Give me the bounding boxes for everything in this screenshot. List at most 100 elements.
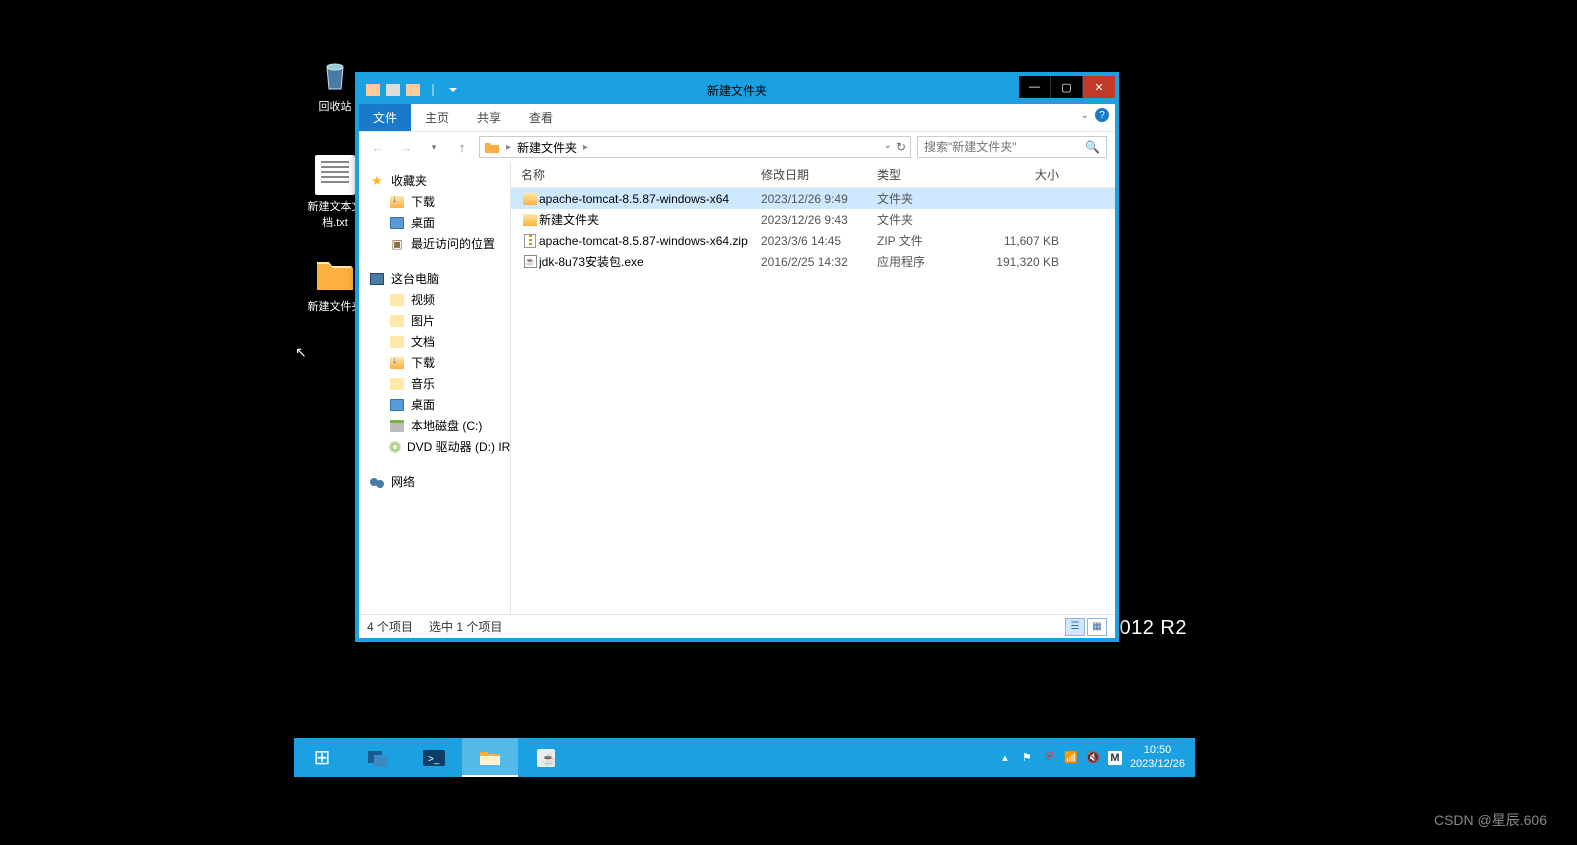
refresh-icon[interactable]: ↻ xyxy=(896,140,906,154)
expand-ribbon-icon[interactable]: ⌄ xyxy=(1081,110,1089,121)
quick-access-toolbar xyxy=(359,82,461,98)
col-date[interactable]: 修改日期 xyxy=(761,166,877,183)
tree-dvd-drive[interactable]: DVD 驱动器 (D:) IR xyxy=(359,436,510,457)
taskbar-java[interactable]: ☕ xyxy=(518,738,574,777)
file-row[interactable]: 新建文件夹2023/12/26 9:43文件夹 xyxy=(511,209,1115,230)
tab-view[interactable]: 查看 xyxy=(515,104,567,131)
desktop-icon xyxy=(389,216,405,230)
tray-overflow-icon[interactable]: ▴ xyxy=(998,751,1012,765)
tree-favorites[interactable]: ★收藏夹 xyxy=(359,170,510,191)
tree-downloads[interactable]: 下载 xyxy=(359,191,510,212)
tree-downloads2[interactable]: 下载 xyxy=(359,352,510,373)
tree-desktop2[interactable]: 桌面 xyxy=(359,394,510,415)
col-name[interactable]: 名称 xyxy=(521,166,761,183)
tree-this-pc[interactable]: 这台电脑 xyxy=(359,268,510,289)
search-icon: 🔍 xyxy=(1085,140,1100,154)
zip-icon xyxy=(521,234,539,248)
tray-speaker-icon[interactable]: 🔇 xyxy=(1086,751,1100,765)
taskbar: ⊞ >_ ☕ ▴ ⚑ ⛨ 📶 🔇 M 10:50 2023/12/26 xyxy=(294,738,1195,777)
system-tray: ▴ ⚑ ⛨ 📶 🔇 M 10:50 2023/12/26 xyxy=(998,738,1195,777)
explorer-icon xyxy=(477,746,503,768)
tray-time: 10:50 xyxy=(1130,744,1185,757)
back-button[interactable]: ← xyxy=(367,136,389,158)
dvd-icon xyxy=(389,440,401,454)
tray-flag-icon[interactable]: ⚑ xyxy=(1020,751,1034,765)
os-brand-text: 2012 R2 xyxy=(1108,617,1187,640)
explorer-window: 新建文件夹 — ▢ ✕ 文件 主页 共享 查看 ⌄ ? ← → ▾ ↑ ▸ 新建… xyxy=(355,72,1119,642)
tray-clock[interactable]: 10:50 2023/12/26 xyxy=(1130,744,1185,770)
pictures-icon xyxy=(389,314,405,328)
file-row[interactable]: apache-tomcat-8.5.87-windows-x642023/12/… xyxy=(511,188,1115,209)
chevron-right-icon[interactable]: ▸ xyxy=(506,142,511,153)
help-icon[interactable]: ? xyxy=(1095,108,1109,122)
recent-dropdown[interactable]: ▾ xyxy=(423,136,445,158)
ribbon-tabs: 文件 主页 共享 查看 ⌄ ? xyxy=(359,104,1115,132)
file-date: 2023/12/26 9:49 xyxy=(761,192,877,206)
tree-recent[interactable]: ▣最近访问的位置 xyxy=(359,233,510,254)
network-icon xyxy=(369,475,385,489)
forward-button[interactable]: → xyxy=(395,136,417,158)
tree-pictures[interactable]: 图片 xyxy=(359,310,510,331)
qa-dropdown-icon[interactable] xyxy=(445,82,461,98)
tree-desktop[interactable]: 桌面 xyxy=(359,212,510,233)
file-row[interactable]: apache-tomcat-8.5.87-windows-x64.zip2023… xyxy=(511,230,1115,251)
star-icon: ★ xyxy=(369,174,385,188)
music-icon xyxy=(389,377,405,391)
search-input[interactable] xyxy=(924,140,1085,154)
up-button[interactable]: ↑ xyxy=(451,136,473,158)
desktop-icon xyxy=(389,398,405,412)
file-name: apache-tomcat-8.5.87-windows-x64 xyxy=(539,192,761,206)
tree-documents[interactable]: 文档 xyxy=(359,331,510,352)
server-manager-icon xyxy=(366,747,390,769)
titlebar[interactable]: 新建文件夹 — ▢ ✕ xyxy=(359,76,1115,104)
tray-network-icon[interactable]: 📶 xyxy=(1064,751,1078,765)
col-size[interactable]: 大小 xyxy=(989,166,1059,183)
taskbar-explorer[interactable] xyxy=(462,738,518,777)
properties-icon[interactable] xyxy=(405,82,421,98)
address-bar[interactable]: ▸ 新建文件夹 ▸ ⌄ ↻ xyxy=(479,136,911,158)
tab-home[interactable]: 主页 xyxy=(411,104,463,131)
file-size: 191,320 KB xyxy=(989,255,1059,269)
file-type: ZIP 文件 xyxy=(877,232,989,249)
folder-icon xyxy=(521,193,539,205)
tab-file[interactable]: 文件 xyxy=(359,104,411,131)
maximize-button[interactable]: ▢ xyxy=(1051,76,1083,98)
folder-icon xyxy=(521,214,539,226)
column-headers[interactable]: 名称 修改日期 类型 大小 xyxy=(511,162,1115,188)
tree-music[interactable]: 音乐 xyxy=(359,373,510,394)
tree-network[interactable]: 网络 xyxy=(359,471,510,492)
java-icon: ☕ xyxy=(535,747,557,769)
taskbar-powershell[interactable]: >_ xyxy=(406,738,462,777)
tree-videos[interactable]: 视频 xyxy=(359,289,510,310)
disk-icon xyxy=(389,419,405,433)
tree-local-disk-c[interactable]: 本地磁盘 (C:) xyxy=(359,415,510,436)
minimize-button[interactable]: — xyxy=(1019,76,1051,98)
search-box[interactable]: 🔍 xyxy=(917,136,1107,158)
col-type[interactable]: 类型 xyxy=(877,166,989,183)
watermark: CSDN @星辰.606 xyxy=(1434,810,1547,830)
breadcrumb-segment[interactable]: 新建文件夹 xyxy=(517,139,577,156)
status-selected: 选中 1 个项目 xyxy=(429,618,502,635)
file-name: apache-tomcat-8.5.87-windows-x64.zip xyxy=(539,234,761,248)
tab-share[interactable]: 共享 xyxy=(463,104,515,131)
tray-shield-icon[interactable]: ⛨ xyxy=(1042,751,1056,765)
start-button[interactable]: ⊞ xyxy=(294,738,350,777)
address-dropdown-icon[interactable]: ⌄ xyxy=(884,140,892,154)
file-type: 文件夹 xyxy=(877,211,989,228)
file-type: 应用程序 xyxy=(877,253,989,270)
java-icon: ☕ xyxy=(521,255,539,268)
status-count: 4 个项目 xyxy=(367,618,413,635)
file-list: 名称 修改日期 类型 大小 apache-tomcat-8.5.87-windo… xyxy=(511,162,1115,614)
downloads-icon xyxy=(389,356,405,370)
text-file-icon xyxy=(315,155,355,195)
file-row[interactable]: ☕jdk-8u73安装包.exe2016/2/25 14:32应用程序191,3… xyxy=(511,251,1115,272)
close-button[interactable]: ✕ xyxy=(1083,76,1115,98)
icons-view-button[interactable]: ▦ xyxy=(1087,618,1107,636)
file-date: 2023/12/26 9:43 xyxy=(761,213,877,227)
tray-ime-icon[interactable]: M xyxy=(1108,751,1122,765)
taskbar-server-manager[interactable] xyxy=(350,738,406,777)
chevron-right-icon[interactable]: ▸ xyxy=(583,142,588,153)
details-view-button[interactable]: ☰ xyxy=(1065,618,1085,636)
folder-icon xyxy=(315,255,355,295)
file-name: jdk-8u73安装包.exe xyxy=(539,253,761,270)
